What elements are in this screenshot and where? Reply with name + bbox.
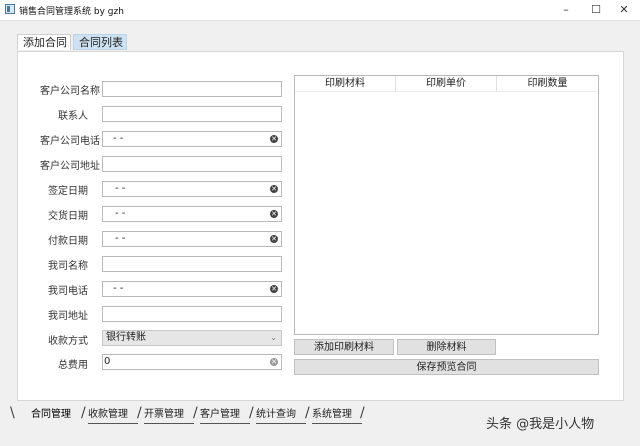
label-client-phone: 客户公司电话 bbox=[40, 136, 100, 147]
title-bar: 销售合同管理系统 by gzh – ☐ ✕ bbox=[0, 0, 640, 21]
payment-date-value: - - bbox=[115, 233, 126, 244]
close-button[interactable]: ✕ bbox=[608, 0, 640, 20]
label-delivery-date: 交货日期 bbox=[48, 211, 88, 222]
delivery-date-value: - - bbox=[115, 208, 126, 219]
app-icon bbox=[5, 4, 15, 14]
tab-separator: / bbox=[305, 405, 310, 421]
tab-client-management[interactable]: 客户管理 bbox=[200, 406, 250, 424]
clear-icon[interactable]: ✕ bbox=[270, 235, 278, 243]
label-client-company-name: 客户公司名称 bbox=[40, 86, 100, 97]
column-header-material[interactable]: 印刷材料 bbox=[295, 76, 396, 92]
contact-person-input[interactable] bbox=[102, 106, 282, 122]
tab-separator: / bbox=[360, 405, 365, 421]
chevron-down-icon: ⌄ bbox=[270, 333, 277, 342]
minimize-button[interactable]: – bbox=[550, 0, 582, 20]
delivery-date-input[interactable]: - - ✕ bbox=[102, 206, 282, 222]
label-our-company-name: 我司名称 bbox=[48, 261, 88, 272]
total-cost-input[interactable]: 0 ✕ bbox=[102, 354, 282, 370]
tab-separator: / bbox=[193, 405, 198, 421]
sign-date-value: - - bbox=[115, 183, 126, 194]
delete-material-button[interactable]: 删除材料 bbox=[397, 339, 496, 355]
tab-separator: / bbox=[249, 405, 254, 421]
materials-table[interactable]: 印刷材料 印刷单价 印刷数量 bbox=[294, 75, 599, 335]
clear-icon[interactable]: ✕ bbox=[270, 185, 278, 193]
label-payment-date: 付款日期 bbox=[48, 236, 88, 247]
payment-date-input[interactable]: - - ✕ bbox=[102, 231, 282, 247]
save-preview-button[interactable]: 保存预览合同 bbox=[294, 359, 599, 375]
clear-icon[interactable]: ✕ bbox=[270, 358, 278, 366]
label-our-address: 我司地址 bbox=[48, 311, 88, 322]
tab-contract-management[interactable]: 合同管理 bbox=[31, 406, 81, 423]
clear-icon[interactable]: ✕ bbox=[270, 135, 278, 143]
sign-date-input[interactable]: - - ✕ bbox=[102, 181, 282, 197]
label-sign-date: 签定日期 bbox=[48, 186, 88, 197]
label-payment-method: 收款方式 bbox=[48, 336, 88, 347]
tab-statistics-query[interactable]: 统计查询 bbox=[256, 406, 306, 424]
tab-payment-management[interactable]: 收款管理 bbox=[88, 406, 138, 424]
clear-icon[interactable]: ✕ bbox=[270, 285, 278, 293]
add-material-button[interactable]: 添加印刷材料 bbox=[294, 339, 394, 355]
tab-separator: / bbox=[81, 405, 86, 421]
client-company-name-input[interactable] bbox=[102, 81, 282, 97]
tab-add-contract[interactable]: 添加合同 bbox=[17, 34, 71, 50]
our-phone-value: - - bbox=[113, 283, 124, 294]
watermark-text: 头条 @我是小人物 bbox=[486, 417, 595, 432]
tab-separator: \ bbox=[10, 405, 15, 421]
label-our-phone: 我司电话 bbox=[48, 286, 88, 297]
our-address-input[interactable] bbox=[102, 306, 282, 322]
label-total-cost: 总费用 bbox=[58, 360, 88, 371]
our-company-name-input[interactable] bbox=[102, 256, 282, 272]
column-header-unit-price[interactable]: 印刷单价 bbox=[396, 76, 497, 92]
window-title: 销售合同管理系统 by gzh bbox=[19, 7, 124, 17]
tab-system-management[interactable]: 系统管理 bbox=[312, 406, 362, 424]
client-address-input[interactable] bbox=[102, 156, 282, 172]
total-cost-value: 0 bbox=[104, 356, 111, 367]
tab-contract-list[interactable]: 合同列表 bbox=[73, 34, 127, 50]
column-header-quantity[interactable]: 印刷数量 bbox=[497, 76, 598, 92]
tab-invoice-management[interactable]: 开票管理 bbox=[144, 406, 194, 424]
label-contact-person: 联系人 bbox=[58, 111, 88, 122]
clear-icon[interactable]: ✕ bbox=[270, 210, 278, 218]
client-phone-value: - - bbox=[113, 133, 124, 144]
payment-method-value: 银行转账 bbox=[106, 332, 146, 343]
client-phone-input[interactable]: - - ✕ bbox=[102, 131, 282, 147]
label-client-address: 客户公司地址 bbox=[40, 161, 100, 172]
our-phone-input[interactable]: - - ✕ bbox=[102, 281, 282, 297]
tab-separator: / bbox=[137, 405, 142, 421]
payment-method-select[interactable]: 银行转账 ⌄ bbox=[102, 330, 282, 346]
